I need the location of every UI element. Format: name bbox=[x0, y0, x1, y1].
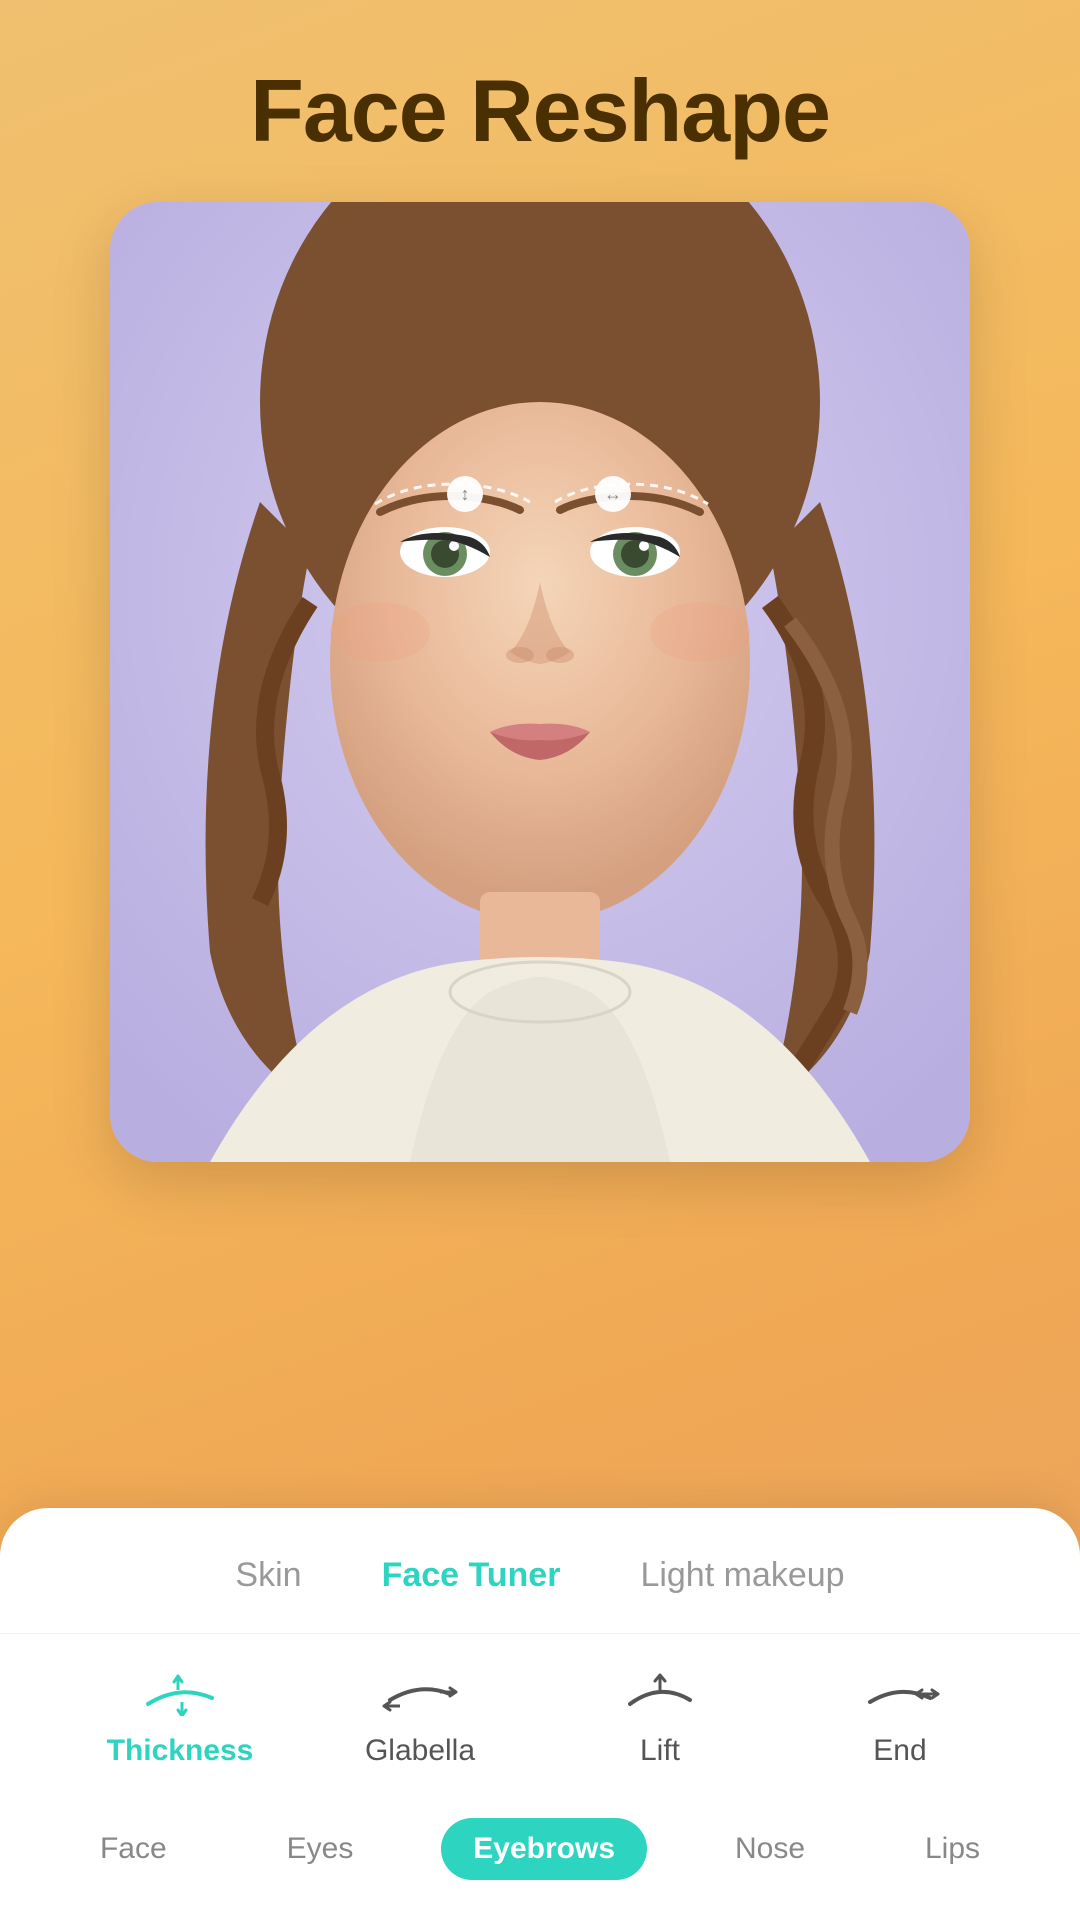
nav-nose[interactable]: Nose bbox=[703, 1818, 837, 1880]
nav-lips[interactable]: Lips bbox=[893, 1818, 1012, 1880]
thickness-icon bbox=[140, 1670, 220, 1718]
nav-eyebrows[interactable]: Eyebrows bbox=[441, 1818, 647, 1880]
glabella-icon bbox=[380, 1670, 460, 1718]
tools-row: Thickness Glabella bbox=[0, 1634, 1080, 1788]
photo-container: ↕ ↔ bbox=[110, 202, 970, 1162]
lift-label: Lift bbox=[640, 1734, 680, 1768]
category-tabs: Skin Face Tuner Light makeup bbox=[0, 1548, 1080, 1634]
face-illustration: ↕ ↔ bbox=[110, 202, 970, 1162]
page-title: Face Reshape bbox=[250, 60, 830, 162]
svg-text:↕: ↕ bbox=[461, 484, 470, 504]
nav-eyes[interactable]: Eyes bbox=[255, 1818, 386, 1880]
end-label: End bbox=[873, 1734, 926, 1768]
nav-face[interactable]: Face bbox=[68, 1818, 199, 1880]
bottom-panel: Skin Face Tuner Light makeup Thickness bbox=[0, 1508, 1080, 1920]
tool-end[interactable]: End bbox=[820, 1670, 980, 1768]
tool-glabella[interactable]: Glabella bbox=[340, 1670, 500, 1768]
svg-text:↔: ↔ bbox=[604, 484, 622, 504]
tool-lift[interactable]: Lift bbox=[580, 1670, 740, 1768]
tab-skin[interactable]: Skin bbox=[235, 1548, 301, 1603]
glabella-label: Glabella bbox=[365, 1734, 475, 1768]
tool-thickness[interactable]: Thickness bbox=[100, 1670, 260, 1768]
tab-face-tuner[interactable]: Face Tuner bbox=[382, 1548, 561, 1603]
bottom-nav: Face Eyes Eyebrows Nose Lips bbox=[0, 1798, 1080, 1890]
tab-light-makeup[interactable]: Light makeup bbox=[640, 1548, 844, 1603]
thickness-label: Thickness bbox=[107, 1734, 254, 1768]
lift-icon bbox=[620, 1670, 700, 1718]
end-icon bbox=[860, 1670, 940, 1718]
